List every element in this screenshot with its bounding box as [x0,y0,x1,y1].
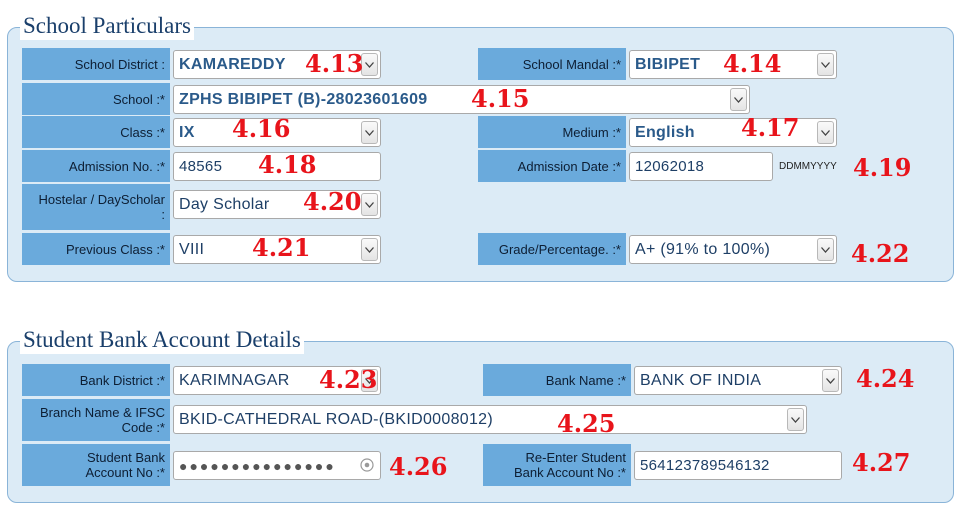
field-tag: 4.20 [303,187,362,216]
chevron-down-icon [817,53,834,76]
bank-district-label: Bank District :* [22,364,170,396]
school-district-label: School District : [22,48,170,80]
section-title: School Particulars [20,12,194,40]
field-tag: 4.19 [853,153,912,182]
field-tag: 4.13 [305,49,364,78]
chevron-down-icon [822,369,839,392]
grade-label: Grade/Percentage. :* [478,233,626,265]
class-label: Class :* [22,116,170,148]
field-tag: 4.22 [851,239,910,268]
hostelar-label: Hostelar / DayScholar: [22,184,170,230]
account-no-label: Student Bank Account No :* [22,444,170,486]
field-tag: 4.14 [723,49,782,78]
chevron-down-icon [730,88,747,111]
school-select[interactable]: ZPHS BIBIPET (B)-28023601609 [173,85,750,114]
medium-select[interactable]: English [629,118,837,147]
bank-name-label: Bank Name :* [483,364,631,396]
medium-label: Medium :* [478,116,626,148]
branch-select[interactable]: BKID-CATHEDRAL ROAD-(BKID0008012) [173,405,807,434]
reenter-account-input[interactable]: 564123789546132 [634,451,842,480]
date-format-hint: DDMMYYYY [779,161,837,172]
field-tag: 4.17 [741,113,800,142]
chevron-down-icon [817,238,834,261]
account-no-input[interactable]: ●●●●●●●●●●●●●●● [173,451,381,480]
field-tag: 4.21 [252,233,311,262]
field-tag: 4.16 [232,114,291,143]
field-tag: 4.23 [319,365,378,394]
section-title: Student Bank Account Details [20,326,304,354]
chevron-down-icon [817,121,834,144]
field-tag: 4.26 [389,452,448,481]
admission-date-input[interactable]: 12062018 [629,152,773,181]
school-mandal-label: School Mandal :* [478,48,626,80]
previous-class-label: Previous Class :* [22,233,170,265]
chevron-down-icon [361,121,378,144]
chevron-down-icon [361,53,378,76]
bank-name-select[interactable]: BANK OF INDIA [634,366,842,395]
branch-label: Branch Name & IFSC Code :* [22,399,170,441]
chevron-down-icon [361,193,378,216]
field-tag: 4.15 [471,84,530,113]
field-tag: 4.25 [557,409,616,438]
field-tag: 4.27 [852,448,911,477]
admission-date-label: Admission Date :* [478,150,626,182]
field-tag: 4.18 [258,150,317,179]
chevron-down-icon [787,408,804,431]
reenter-account-label: Re-Enter Student Bank Account No :* [483,444,631,486]
eye-icon[interactable] [360,458,374,472]
chevron-down-icon [361,238,378,261]
school-label: School :* [22,83,170,115]
field-tag: 4.24 [856,364,915,393]
admission-no-label: Admission No. :* [22,150,170,182]
grade-select[interactable]: A+ (91% to 100%) [629,235,837,264]
